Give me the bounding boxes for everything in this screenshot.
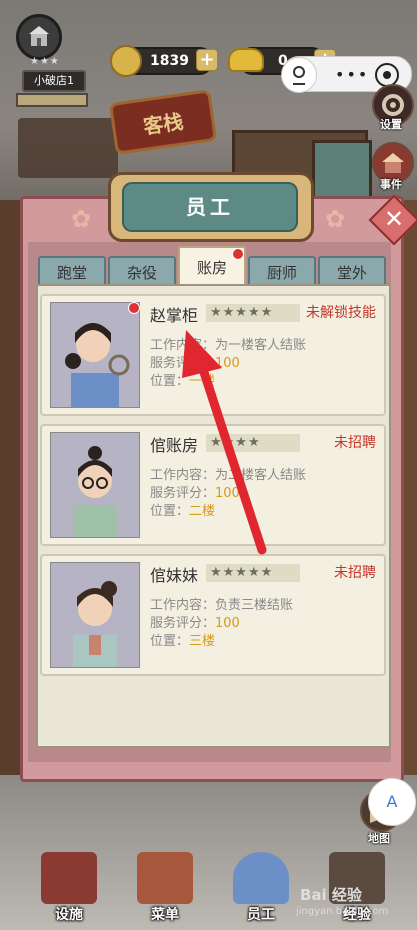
watermark-url: jingyan.baidu.com <box>296 906 389 917</box>
notification-dot <box>128 302 140 314</box>
staff-work: 工作内容：为二楼客人结账 <box>150 468 307 483</box>
close-icon[interactable]: ✕ <box>376 202 412 238</box>
nav-label: 员工 <box>247 907 275 923</box>
flower-ornament-icon: ✿ <box>70 205 92 233</box>
staff-portrait <box>50 432 140 538</box>
ingot-icon <box>228 48 264 72</box>
translate-icon[interactable]: A <box>368 778 416 826</box>
facility-icon <box>41 852 97 904</box>
staff-work: 工作内容：负责三楼结账 <box>150 598 294 613</box>
map-label: 地图 <box>368 832 390 845</box>
staff-card[interactable]: 倌妹妹 ★★★★★ 未招聘 工作内容：负责三楼结账 服务评分：100 位置：三楼 <box>40 554 386 676</box>
staff-status[interactable]: 未招聘 <box>334 562 376 582</box>
staff-location: 位置：一楼 <box>150 374 216 389</box>
nav-facilities[interactable]: 设施 <box>38 852 100 924</box>
shop-name: 小破店1 <box>22 70 86 92</box>
staff-location: 位置：二楼 <box>150 504 216 519</box>
shop-avatar[interactable] <box>16 14 62 60</box>
staff-name: 赵掌柜 <box>150 306 199 325</box>
events-label: 事件 <box>380 178 402 191</box>
staff-stars: ★★★★★ <box>206 304 300 322</box>
coin-icon <box>110 45 142 77</box>
staff-portrait <box>50 562 140 668</box>
nav-menu[interactable]: 菜单 <box>134 852 196 924</box>
nav-staff[interactable]: 员工 <box>230 852 292 924</box>
panel-title: 员工 <box>122 182 298 232</box>
staff-card[interactable]: 赵掌柜 ★★★★★ 未解锁技能 工作内容：为一楼客人结账 服务评分：100 位置… <box>40 294 386 416</box>
staff-name: 倌妹妹 <box>150 566 199 585</box>
staff-location: 位置：三楼 <box>150 634 216 649</box>
more-icon[interactable]: ••• <box>335 65 369 84</box>
staff-work: 工作内容：为一楼客人结账 <box>150 338 307 353</box>
staff-card[interactable]: 倌账房 ★★★★ 未招聘 工作内容：为二楼客人结账 服务评分：100 位置：二楼 <box>40 424 386 546</box>
nav-label: 设施 <box>55 907 83 923</box>
staff-rating: 服务评分：100 <box>150 486 240 501</box>
shop-exp-bar <box>16 93 88 107</box>
staff-rating: 服务评分：100 <box>150 616 240 631</box>
flower-ornament-icon: ✿ <box>324 205 346 233</box>
settings-label: 设置 <box>380 118 402 131</box>
staff-stars: ★★★★★ <box>206 564 300 582</box>
staff-name: 倌账房 <box>150 436 199 455</box>
roof-decoration <box>18 118 118 178</box>
menu-book-icon <box>137 852 193 904</box>
notification-dot <box>232 248 244 260</box>
watermark: Bai 经验 <box>300 886 362 904</box>
location-pin-icon[interactable] <box>281 57 317 93</box>
staff-status[interactable]: 未解锁技能 <box>306 302 376 322</box>
add-coin-button[interactable]: + <box>196 49 218 71</box>
shop-level-stars: ★★★ <box>30 56 60 67</box>
staff-portrait <box>50 302 140 408</box>
staff-icon <box>233 852 289 904</box>
coin-value: 1839 <box>150 53 189 69</box>
shop-house-icon <box>29 26 49 46</box>
staff-stars: ★★★★ <box>206 434 300 452</box>
nav-label: 菜单 <box>151 907 179 923</box>
staff-rating: 服务评分：100 <box>150 356 240 371</box>
staff-status[interactable]: 未招聘 <box>334 432 376 452</box>
